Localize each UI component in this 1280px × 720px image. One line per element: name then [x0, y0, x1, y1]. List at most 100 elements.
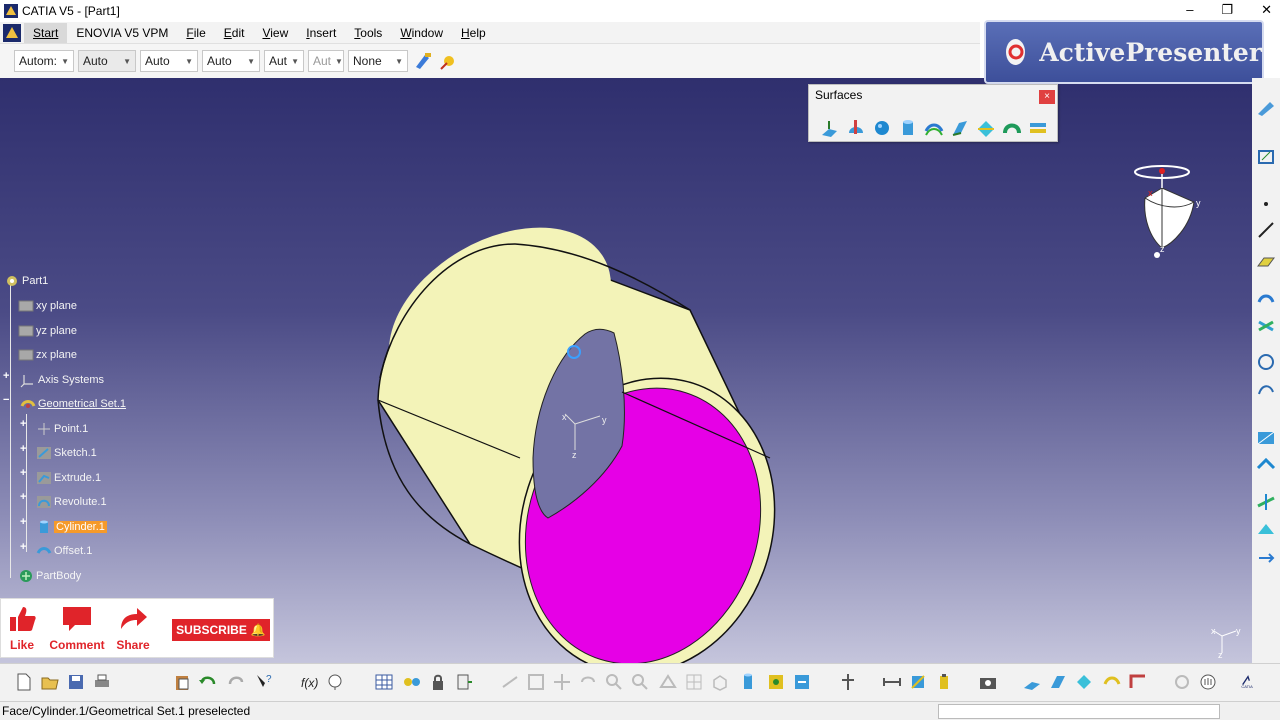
sketcher-icon[interactable]	[1256, 98, 1276, 118]
close-button[interactable]: ✕	[1261, 2, 1272, 18]
update-icon[interactable]	[454, 672, 474, 692]
split-icon[interactable]	[1256, 492, 1276, 512]
fill-icon[interactable]	[1074, 672, 1094, 692]
save-icon[interactable]	[66, 672, 86, 692]
menu-insert[interactable]: Insert	[297, 23, 345, 43]
shading-icon[interactable]	[738, 672, 758, 692]
expand-axis-systems[interactable]: +	[3, 370, 9, 382]
tree-node-revolute[interactable]: Revolute.1	[36, 493, 107, 511]
expand-sketch[interactable]: +	[20, 443, 26, 455]
tree-node-partbody[interactable]: PartBody	[18, 567, 81, 585]
table-icon[interactable]	[374, 672, 394, 692]
print-icon[interactable]	[92, 672, 112, 692]
menu-file[interactable]: File	[177, 23, 214, 43]
point-icon[interactable]	[1256, 194, 1276, 214]
expand-cylinder[interactable]: +	[20, 516, 26, 528]
tree-node-cylinder[interactable]: Cylinder.1	[36, 518, 107, 536]
blend-icon[interactable]	[1102, 672, 1122, 692]
expand-offset[interactable]: +	[20, 541, 26, 553]
zoom-in-icon[interactable]	[604, 672, 624, 692]
like-button[interactable]: Like	[5, 605, 39, 652]
formula-icon[interactable]: f(x)	[300, 672, 320, 692]
expand-extrude[interactable]: +	[20, 467, 26, 479]
sketch-plane-icon[interactable]	[1256, 146, 1276, 166]
catia-logo-icon[interactable]	[3, 23, 21, 42]
measure-item-icon[interactable]	[908, 672, 928, 692]
tree-node-xy-plane[interactable]: xy plane	[18, 297, 77, 315]
fly-mode-icon[interactable]	[500, 672, 520, 692]
color-combo[interactable]: Autom: ▼	[14, 50, 74, 72]
open-folder-icon[interactable]	[40, 672, 60, 692]
constraint-icon[interactable]	[402, 672, 422, 692]
translate-icon[interactable]	[1256, 548, 1276, 568]
minimize-button[interactable]: –	[1186, 2, 1193, 18]
menu-window[interactable]: Window	[391, 23, 452, 43]
sweep-icon[interactable]	[1048, 672, 1068, 692]
intersection-icon[interactable]	[1256, 316, 1276, 336]
fit-all-icon[interactable]	[526, 672, 546, 692]
sweep-icon[interactable]	[949, 117, 971, 139]
transparency-combo[interactable]: Auto ▼	[78, 50, 136, 72]
line-icon[interactable]	[1256, 220, 1276, 240]
cylinder-icon[interactable]	[897, 117, 919, 139]
normal-view-icon[interactable]	[658, 672, 678, 692]
tree-node-axis-systems[interactable]: Axis Systems	[20, 371, 104, 389]
offset-icon[interactable]	[923, 117, 945, 139]
multi-view-icon[interactable]	[684, 672, 704, 692]
rendering-style-combo[interactable]: None ▼	[348, 50, 408, 72]
multi-section-icon[interactable]	[1001, 117, 1023, 139]
menu-view[interactable]: View	[253, 23, 297, 43]
whats-this-icon[interactable]: ?	[254, 672, 274, 692]
painter-icon[interactable]	[412, 50, 434, 72]
refresh-icon[interactable]	[1172, 672, 1192, 692]
layer-combo[interactable]: Aut ▼	[308, 50, 344, 72]
tree-node-zx-plane[interactable]: zx plane	[18, 346, 77, 364]
extrude-icon[interactable]	[819, 117, 841, 139]
line-thickness-combo[interactable]: Auto ▼	[140, 50, 198, 72]
expand-revolute[interactable]: +	[20, 491, 26, 503]
swap-visible-icon[interactable]	[792, 672, 812, 692]
geometry-canvas[interactable]: x y z x y z x y z	[0, 78, 1252, 663]
power-input-field[interactable]	[938, 704, 1220, 719]
tree-node-offset[interactable]: Offset.1	[36, 542, 92, 560]
fill-icon[interactable]	[975, 117, 997, 139]
surfaces-close-button[interactable]: ×	[1039, 90, 1055, 104]
comment-button[interactable]: Comment	[47, 605, 107, 652]
iso-view-icon[interactable]	[710, 672, 730, 692]
hand-icon[interactable]	[1198, 672, 1218, 692]
undo-icon[interactable]	[198, 672, 218, 692]
tree-node-part1[interactable]: Part1	[4, 272, 48, 290]
rotate-icon[interactable]	[578, 672, 598, 692]
redo-icon[interactable]	[226, 672, 246, 692]
join-icon[interactable]	[1256, 428, 1276, 448]
healing-icon[interactable]	[1256, 456, 1276, 476]
menu-start[interactable]: Start	[24, 22, 68, 43]
subscribe-button[interactable]: SUBSCRIBE 🔔	[172, 619, 270, 641]
share-button[interactable]: Share	[113, 605, 153, 652]
menu-edit[interactable]: Edit	[215, 23, 254, 43]
collapse-geometrical-set[interactable]: −	[3, 394, 9, 406]
3d-viewport[interactable]: x y z x y z x y z	[0, 78, 1252, 663]
plane-icon[interactable]	[1256, 252, 1276, 272]
menu-tools[interactable]: Tools	[345, 23, 391, 43]
expand-point[interactable]: +	[20, 418, 26, 430]
revolve-icon[interactable]	[845, 117, 867, 139]
extract-icon[interactable]	[1256, 520, 1276, 540]
connect-curve-icon[interactable]	[1256, 380, 1276, 400]
new-file-icon[interactable]	[14, 672, 34, 692]
tree-node-extrude[interactable]: Extrude.1	[36, 469, 101, 487]
line-type-combo[interactable]: Auto ▼	[202, 50, 260, 72]
measure-inertia-icon[interactable]	[934, 672, 954, 692]
tree-node-sketch[interactable]: Sketch.1	[36, 444, 97, 462]
extrude-icon[interactable]	[1022, 672, 1042, 692]
sphere-icon[interactable]	[871, 117, 893, 139]
pan-icon[interactable]	[552, 672, 572, 692]
zoom-out-icon[interactable]	[630, 672, 650, 692]
copy-format-icon[interactable]	[438, 50, 460, 72]
projection-icon[interactable]	[1256, 288, 1276, 308]
tree-node-yz-plane[interactable]: yz plane	[18, 322, 77, 340]
capture-icon[interactable]	[978, 672, 998, 692]
point-symbol-combo[interactable]: Aut ▼	[264, 50, 304, 72]
knowledge-icon[interactable]	[326, 672, 346, 692]
tree-node-point[interactable]: Point.1	[36, 420, 88, 438]
